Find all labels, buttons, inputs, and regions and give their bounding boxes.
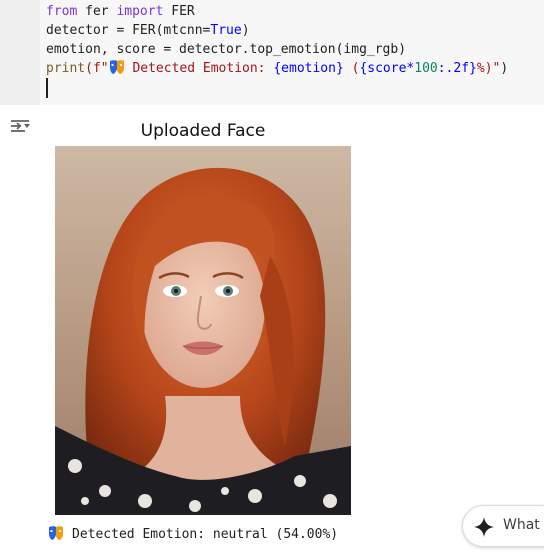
fstring-expr: {emotion} — [273, 61, 344, 76]
cell-output: Uploaded Face Detected Emotion: neutral … — [0, 105, 544, 557]
code-text: ) — [500, 61, 509, 76]
output-settings-icon[interactable] — [8, 115, 32, 137]
string-close: %)" — [476, 61, 501, 76]
keyword-from: from — [46, 4, 78, 19]
sparkle-icon — [474, 517, 494, 537]
string-text: Detected Emotion: — [124, 61, 274, 76]
import-name: FER — [163, 4, 195, 19]
module-name: fer — [77, 4, 117, 19]
code-text: emotion, score = detector.top_emotion(im… — [46, 42, 407, 57]
function-print: print — [46, 61, 86, 76]
code-line-1: from fer import FER — [46, 2, 195, 22]
string-text: ( — [343, 61, 360, 76]
assistant-prompt-button[interactable]: What c — [462, 505, 544, 547]
code-line-2: detector = FER(mtcnn=True) — [46, 21, 250, 41]
code-line-3: emotion, score = detector.top_emotion(im… — [46, 40, 406, 60]
keyword-import: import — [116, 4, 164, 19]
uploaded-face-image — [55, 146, 351, 515]
number-literal: 100 — [414, 61, 438, 76]
fstring-expr: {score* — [359, 61, 415, 76]
result-text: Detected Emotion: neutral (54.00%) — [72, 527, 339, 542]
cell-gutter — [0, 0, 40, 105]
code-cell[interactable]: from fer import FER detector = FER(mtcnn… — [0, 0, 544, 105]
fstring-expr: :.2f} — [437, 61, 477, 76]
result-output: Detected Emotion: neutral (54.00%) — [48, 525, 338, 544]
code-editor[interactable]: from fer import FER detector = FER(mtcnn… — [40, 0, 544, 105]
mask-emoji-icon — [109, 60, 124, 74]
code-text: detector = FER(mtcnn= — [46, 23, 211, 38]
constant-true: True — [210, 23, 242, 38]
text-cursor — [46, 78, 48, 98]
code-text: ) — [241, 23, 250, 38]
string-open: (f" — [85, 61, 109, 76]
code-line-4: print(f" Detected Emotion: {emotion} ({s… — [46, 59, 508, 79]
mask-emoji-icon — [49, 526, 63, 540]
assistant-prompt-label: What c — [503, 517, 544, 533]
plot-title: Uploaded Face — [140, 121, 266, 141]
